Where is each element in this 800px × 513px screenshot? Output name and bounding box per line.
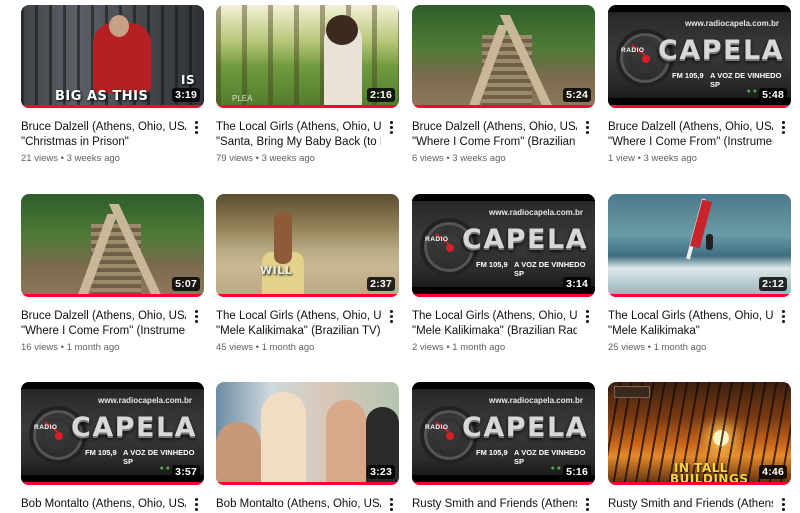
video-title[interactable]: The Local Girls (Athens, Ohio, USA): "Me… <box>412 309 577 339</box>
video-card[interactable]: RADIO www.radiocapela.com.br CAPELA FM 1… <box>608 5 791 164</box>
thumbnail-brand: CAPELA <box>658 35 785 66</box>
video-title[interactable]: Rusty Smith and Friends (Athens, <box>608 497 773 512</box>
video-card[interactable]: 5:24 Bruce Dalzell (Athens, Ohio, USA): … <box>412 5 595 164</box>
more-vert-icon[interactable] <box>582 120 592 136</box>
video-card[interactable]: PLEA 2:16 The Local Girls (Athens, Ohio,… <box>216 5 399 164</box>
video-title[interactable]: Bruce Dalzell (Athens, Ohio, USA): "Chri… <box>21 120 186 150</box>
video-meta: 21 views • 3 weeks ago <box>21 153 120 164</box>
duration-badge: 3:57 <box>172 465 200 479</box>
video-thumbnail[interactable]: 2:12 <box>608 194 791 297</box>
video-meta: 79 views • 3 weeks ago <box>216 153 315 164</box>
video-card[interactable]: 5:07 Bruce Dalzell (Athens, Ohio, USA): … <box>21 194 204 353</box>
video-card[interactable]: BIG AS THIS IS 3:19 Bruce Dalzell (Athen… <box>21 5 204 164</box>
video-meta: 16 views • 1 month ago <box>21 342 120 353</box>
watch-progress-bar <box>216 105 399 108</box>
more-vert-icon[interactable] <box>386 120 396 136</box>
video-card[interactable]: RADIO www.radiocapela.com.br CAPELA FM 1… <box>412 382 595 512</box>
video-title[interactable]: Bob Montalto (Athens, Ohio, USA): <box>216 497 381 512</box>
duration-badge: 5:16 <box>563 465 591 479</box>
more-vert-icon[interactable] <box>191 120 201 136</box>
video-thumbnail[interactable]: IN TALL BUILDINGS 4:46 <box>608 382 791 485</box>
video-meta: 1 view • 3 weeks ago <box>608 153 697 164</box>
video-title[interactable]: Bruce Dalzell (Athens, Ohio, USA): "Wher… <box>412 120 577 150</box>
video-title[interactable]: The Local Girls (Athens, Ohio, USA): "Sa… <box>216 120 381 150</box>
watch-progress-bar <box>412 294 595 297</box>
thumbnail-overlay-text: BIG AS THIS <box>55 89 149 104</box>
duration-badge: 5:07 <box>172 277 200 291</box>
video-title[interactable]: The Local Girls (Athens, Ohio, USA): "Me… <box>608 309 773 339</box>
more-vert-icon[interactable] <box>191 309 201 325</box>
duration-badge: 3:19 <box>172 88 200 102</box>
watch-progress-bar <box>412 482 595 485</box>
video-title[interactable]: The Local Girls (Athens, Ohio, USA): "Me… <box>216 309 381 339</box>
watch-progress-bar <box>216 294 399 297</box>
video-title[interactable]: Rusty Smith and Friends (Athens, <box>412 497 577 512</box>
video-thumbnail[interactable]: WILL 2:37 <box>216 194 399 297</box>
video-thumbnail[interactable]: PLEA 2:16 <box>216 5 399 108</box>
video-thumbnail[interactable]: 5:07 <box>21 194 204 297</box>
watch-progress-bar <box>608 105 791 108</box>
watch-progress-bar <box>216 482 399 485</box>
duration-badge: 2:37 <box>367 277 395 291</box>
watch-progress-bar <box>608 294 791 297</box>
video-meta: 6 views • 3 weeks ago <box>412 153 506 164</box>
video-card[interactable]: IN TALL BUILDINGS 4:46 Rusty Smith and F… <box>608 382 791 512</box>
watch-progress-bar <box>21 482 204 485</box>
more-vert-icon[interactable] <box>582 309 592 325</box>
video-meta: 25 views • 1 month ago <box>608 342 707 353</box>
video-thumbnail[interactable]: 5:24 <box>412 5 595 108</box>
thumbnail-brand: CAPELA <box>462 224 589 255</box>
watch-progress-bar <box>608 482 791 485</box>
video-thumbnail[interactable]: RADIO www.radiocapela.com.br CAPELA FM 1… <box>21 382 204 485</box>
thumbnail-brand: CAPELA <box>71 412 198 443</box>
video-meta: 2 views • 1 month ago <box>412 342 506 353</box>
video-thumbnail[interactable]: RADIO www.radiocapela.com.br CAPELA FM 1… <box>608 5 791 108</box>
more-vert-icon[interactable] <box>778 309 788 325</box>
duration-badge: 3:14 <box>563 277 591 291</box>
social-icons: ● ● <box>159 465 170 472</box>
watch-progress-bar <box>412 105 595 108</box>
watch-progress-bar <box>21 294 204 297</box>
video-title[interactable]: Bruce Dalzell (Athens, Ohio, USA): "Wher… <box>608 120 773 150</box>
video-title[interactable]: Bob Montalto (Athens, Ohio, USA): <box>21 497 186 512</box>
duration-badge: 2:16 <box>367 88 395 102</box>
video-card[interactable]: RADIO www.radiocapela.com.br CAPELA FM 1… <box>412 194 595 353</box>
thumbnail-overlay-text: WILL <box>260 264 293 277</box>
watch-progress-bar <box>21 105 204 108</box>
thumbnail-overlay-text: IS <box>181 73 196 87</box>
video-thumbnail[interactable]: RADIO www.radiocapela.com.br CAPELA FM 1… <box>412 194 595 297</box>
video-thumbnail[interactable]: 3:23 <box>216 382 399 485</box>
duration-badge: 5:24 <box>563 88 591 102</box>
video-card[interactable]: 3:23 Bob Montalto (Athens, Ohio, USA): <box>216 382 399 512</box>
duration-badge: 3:23 <box>367 465 395 479</box>
thumbnail-image <box>216 422 261 485</box>
thumbnail-brand: CAPELA <box>462 412 589 443</box>
video-thumbnail[interactable]: BIG AS THIS IS 3:19 <box>21 5 204 108</box>
video-meta: 45 views • 1 month ago <box>216 342 315 353</box>
thumbnail-overlay-text: PLEA <box>232 94 253 103</box>
more-vert-icon[interactable] <box>386 309 396 325</box>
video-card[interactable]: WILL 2:37 The Local Girls (Athens, Ohio,… <box>216 194 399 353</box>
video-card[interactable]: 2:12 The Local Girls (Athens, Ohio, USA)… <box>608 194 791 353</box>
social-icons: ● ● <box>550 465 561 472</box>
duration-badge: 5:48 <box>759 88 787 102</box>
duration-badge: 2:12 <box>759 277 787 291</box>
video-thumbnail[interactable]: RADIO www.radiocapela.com.br CAPELA FM 1… <box>412 382 595 485</box>
social-icons: ● ● <box>746 88 757 95</box>
video-title[interactable]: Bruce Dalzell (Athens, Ohio, USA): "Wher… <box>21 309 186 339</box>
more-vert-icon[interactable] <box>778 120 788 136</box>
duration-badge: 4:46 <box>759 465 787 479</box>
video-card[interactable]: RADIO www.radiocapela.com.br CAPELA FM 1… <box>21 382 204 512</box>
